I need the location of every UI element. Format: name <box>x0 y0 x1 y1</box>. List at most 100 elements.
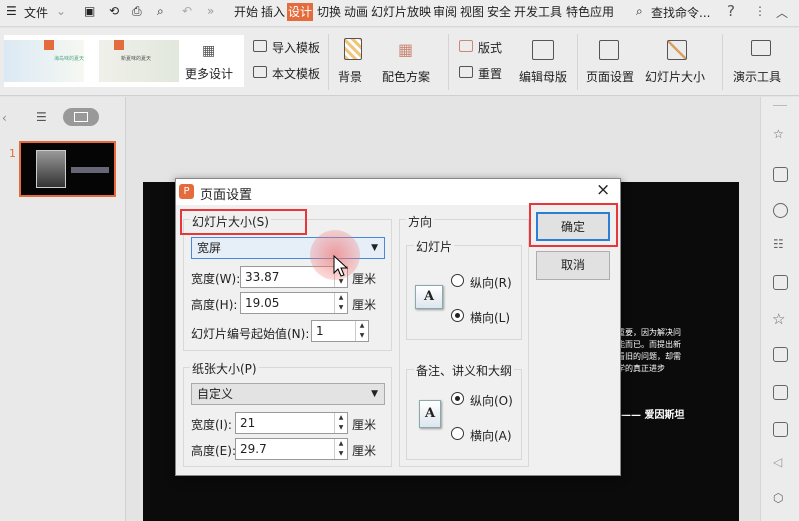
tab-home[interactable]: 开始 <box>233 3 259 21</box>
paper-height-label: 高度(E): <box>191 444 236 458</box>
print-preview-icon[interactable]: ⌕ <box>157 4 164 19</box>
selected-value: 自定义 <box>197 387 234 401</box>
shapes-icon[interactable] <box>773 203 788 218</box>
dialog-title-bar: P 页面设置 × <box>176 179 620 205</box>
image-icon[interactable] <box>773 422 788 437</box>
radio-label: 横向(A) <box>470 429 512 443</box>
more-design-button[interactable]: 更多设计 <box>185 65 233 82</box>
cancel-button[interactable]: 取消 <box>536 251 610 280</box>
tab-review[interactable]: 审阅 <box>432 3 458 21</box>
unit-label: 厘米 <box>352 444 377 458</box>
slides-portrait-radio[interactable] <box>451 274 464 287</box>
present-tools-button[interactable]: 演示工具 <box>733 68 781 85</box>
ribbon: 海岛味的夏天 新夏味的夏天 ▦ 更多设计 导入模板 本文模板 背景 ▦ 配色方案… <box>0 28 799 96</box>
layout-icon <box>459 40 473 52</box>
more-icon[interactable]: » <box>207 4 214 18</box>
slides-orientation-label: 幻灯片 <box>414 238 455 255</box>
slide-view-toggle[interactable] <box>63 108 99 126</box>
archive-icon[interactable] <box>773 347 788 362</box>
page-setup-button[interactable]: 页面设置 <box>586 68 634 85</box>
edit-master-button[interactable]: 编辑母版 <box>519 68 567 85</box>
height-input[interactable]: 19.05 ▲ ▼ <box>240 292 348 314</box>
tab-view[interactable]: 视图 <box>459 3 485 21</box>
collapse-ribbon-icon[interactable]: ︿ <box>776 4 788 21</box>
transform-icon[interactable] <box>773 167 788 182</box>
tab-insert[interactable]: 插入 <box>260 3 286 21</box>
tab-special[interactable]: 特色应用 <box>565 3 615 21</box>
orientation-label: 方向 <box>406 213 435 230</box>
wps-logo-icon: P <box>179 184 194 199</box>
unit-label: 厘米 <box>352 272 377 286</box>
template-thumb-1[interactable]: 海岛味的夏天 <box>4 40 84 82</box>
portrait-image <box>36 150 66 188</box>
print-icon[interactable]: ⎙ <box>132 4 142 19</box>
audio-icon[interactable]: ◁ <box>773 455 782 469</box>
paper-size-select[interactable]: 自定义 ▼ <box>191 383 385 405</box>
ok-button[interactable]: 确定 <box>536 212 610 241</box>
quote-line: 重要，因为解决问 <box>617 328 681 337</box>
unit-label: 厘米 <box>352 298 377 312</box>
slide-thumbnail[interactable] <box>19 141 116 197</box>
reset-icon <box>459 66 473 78</box>
start-number-spinner[interactable]: ▲ ▼ <box>355 321 368 341</box>
mouse-cursor-icon <box>333 255 349 277</box>
slide-number: 1 <box>9 147 16 160</box>
radio-label: 纵向(R) <box>470 276 512 290</box>
tab-animation[interactable]: 动画 <box>343 3 369 21</box>
background-button[interactable]: 背景 <box>338 68 362 85</box>
text-template-button[interactable]: 本文模板 <box>272 65 320 82</box>
background-icon <box>344 38 362 60</box>
more-options-icon[interactable]: ⋮ <box>754 4 766 18</box>
tab-slideshow[interactable]: 幻灯片放映 <box>370 3 432 21</box>
notes-portrait-radio[interactable] <box>451 392 464 405</box>
layout-button[interactable]: 版式 <box>478 39 502 56</box>
slide-size-icon <box>667 40 687 60</box>
magic-icon[interactable]: ☆ <box>773 127 784 141</box>
outline-view-icon[interactable]: ☰ <box>36 110 47 124</box>
selected-value: 宽屏 <box>197 241 222 255</box>
import-template-button[interactable]: 导入模板 <box>272 39 320 56</box>
file-menu[interactable]: 文件 <box>24 4 48 21</box>
color-scheme-button[interactable]: 配色方案 <box>382 68 430 85</box>
format-painter-icon[interactable]: ⟲ <box>109 4 119 18</box>
text-template-icon <box>253 66 267 78</box>
chevron-down-icon[interactable]: ⌄ <box>56 4 66 18</box>
search-icon[interactable]: ⌕ <box>636 4 643 19</box>
tab-design[interactable]: 设计 <box>287 3 314 21</box>
start-number-input[interactable]: 1 ▲ ▼ <box>311 320 369 342</box>
reset-button[interactable]: 重置 <box>478 65 502 82</box>
paper-width-input[interactable]: 21 ▲ ▼ <box>235 412 348 434</box>
notes-landscape-radio[interactable] <box>451 427 464 440</box>
paper-width-label: 宽度(I): <box>191 418 232 432</box>
template-name: 新夏味的夏天 <box>121 56 152 62</box>
undo-icon[interactable]: ↶ <box>182 4 192 18</box>
present-tools-icon <box>751 40 771 56</box>
tab-developer[interactable]: 开发工具 <box>513 3 563 21</box>
edit-master-icon <box>532 40 554 60</box>
page-landscape-icon: A <box>415 285 443 309</box>
close-icon[interactable]: × <box>596 180 610 200</box>
paper-width-spinner[interactable]: ▲ ▼ <box>334 413 347 433</box>
height-spinner[interactable]: ▲ ▼ <box>334 293 347 313</box>
dropdown-arrow-icon: ▼ <box>371 243 378 253</box>
slides-landscape-radio[interactable] <box>451 309 464 322</box>
template-thumb-2[interactable]: 新夏味的夏天 <box>99 40 179 82</box>
share-icon[interactable] <box>773 385 788 400</box>
slide-size-button[interactable]: 幻灯片大小 <box>645 68 705 85</box>
adjust-icon[interactable]: ☷ <box>773 237 784 251</box>
paper-height-spinner[interactable]: ▲ ▼ <box>334 439 347 459</box>
menu-icon[interactable]: ☰ <box>6 4 17 18</box>
tab-transitions[interactable]: 切换 <box>316 3 342 21</box>
width-label: 宽度(W): <box>191 272 241 286</box>
help-icon[interactable]: ? <box>727 2 735 20</box>
search-command[interactable]: 查找命令... <box>651 4 710 21</box>
picture-library-icon[interactable] <box>773 275 788 290</box>
dialog-title: 页面设置 <box>200 188 253 203</box>
wps-hexagon-icon[interactable]: ⬡ <box>773 491 783 505</box>
collapse-panel-icon[interactable]: ‹ <box>2 111 7 125</box>
tab-security[interactable]: 安全 <box>486 3 512 21</box>
save-icon[interactable]: ▣ <box>84 4 95 18</box>
start-number-label: 幻灯片编号起始值(N): <box>191 327 310 341</box>
paper-height-input[interactable]: 29.7 ▲ ▼ <box>235 438 348 460</box>
star-icon[interactable]: ☆ <box>772 310 785 328</box>
